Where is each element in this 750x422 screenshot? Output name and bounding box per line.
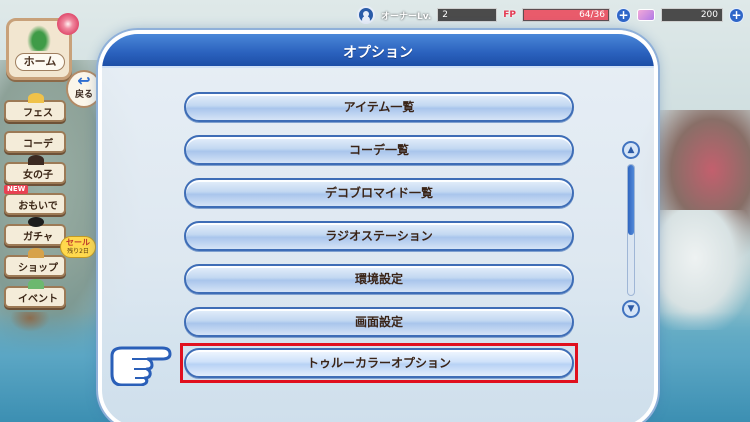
back-button[interactable]: ↩ 戻る <box>66 70 102 108</box>
option-coordinate-list-button[interactable]: コーデ一覧 <box>184 135 574 165</box>
fp-meter: 64/36 <box>522 8 610 22</box>
owner-level-label: オーナーLv. <box>380 11 432 22</box>
gems-value: 200 <box>661 8 723 22</box>
highlight-frame <box>180 343 578 383</box>
palm-tree-icon <box>27 25 51 51</box>
sale-badge: セール 残り2日 <box>60 236 96 258</box>
home-button[interactable]: ホーム <box>6 13 79 80</box>
option-item-list-button[interactable]: アイテム一覧 <box>184 92 574 122</box>
status-bar: オーナーLv. 2 FP 64/36 + 200 + <box>356 6 744 24</box>
option-screen-settings-button[interactable]: 画面設定 <box>184 307 574 337</box>
side-menu-label: フェス <box>23 108 53 119</box>
side-menu-item-shop[interactable]: ショップ <box>4 248 66 277</box>
sale-label: セール <box>66 238 90 247</box>
back-label: 戻る <box>74 90 93 100</box>
side-menu-label: ガチャ <box>23 232 53 243</box>
chain-ornament <box>10 312 50 332</box>
shop-bag-icon <box>28 248 44 258</box>
options-panel: オプション アイテム一覧 コーデ一覧 デコブロマイド一覧 ラジオステーション 環… <box>98 30 658 422</box>
panel-header: オプション <box>102 34 654 68</box>
side-menu-label: ショップ <box>18 263 58 274</box>
side-menu-label: おもいで <box>18 201 58 212</box>
fp-add-button[interactable]: + <box>616 7 631 23</box>
option-radio-station-button[interactable]: ラジオステーション <box>184 221 574 251</box>
fp-value: 64/36 <box>579 10 605 20</box>
gem-icon <box>637 9 655 21</box>
option-deco-bromide-list-button[interactable]: デコブロマイド一覧 <box>184 178 574 208</box>
girl-face-icon <box>28 155 44 165</box>
fp-label: FP <box>503 10 516 20</box>
new-tag: NEW <box>4 185 29 194</box>
scroll-up-button[interactable]: ▲ <box>622 141 640 159</box>
side-menu-item-fes[interactable]: フェス <box>4 93 66 122</box>
side-menu: フェス コーデ 女の子 NEW おもいで ガチャ ショップ イベント <box>4 93 68 317</box>
sale-remaining: 残り2日 <box>67 248 89 255</box>
owner-icon <box>356 6 375 24</box>
scrollbar-thumb[interactable] <box>628 165 634 235</box>
pointing-hand-icon <box>110 346 172 386</box>
side-menu-item-girls[interactable]: 女の子 <box>4 155 66 184</box>
side-menu-label: コーデ <box>23 139 53 150</box>
scrollbar-track[interactable] <box>627 164 635 296</box>
side-menu-item-memories[interactable]: NEW おもいで <box>4 185 66 215</box>
gems-add-button[interactable]: + <box>729 7 744 23</box>
home-label: ホーム <box>15 53 65 71</box>
owner-level-value: 2 <box>437 8 498 22</box>
option-environment-settings-button[interactable]: 環境設定 <box>184 264 574 294</box>
side-menu-item-event[interactable]: イベント <box>4 279 66 308</box>
side-menu-label: イベント <box>18 294 58 305</box>
fes-icon <box>28 93 44 103</box>
event-icon <box>28 279 44 289</box>
panel-title: オプション <box>343 45 413 61</box>
side-menu-label: 女の子 <box>23 170 53 181</box>
side-menu-item-gacha[interactable]: ガチャ <box>4 217 66 246</box>
gacha-icon <box>28 217 44 227</box>
scroll-down-button[interactable]: ▼ <box>622 300 640 318</box>
back-arrow-icon: ↩ <box>77 71 91 90</box>
hibiscus-icon <box>57 13 79 35</box>
side-menu-item-coordinate[interactable]: コーデ <box>4 131 66 153</box>
